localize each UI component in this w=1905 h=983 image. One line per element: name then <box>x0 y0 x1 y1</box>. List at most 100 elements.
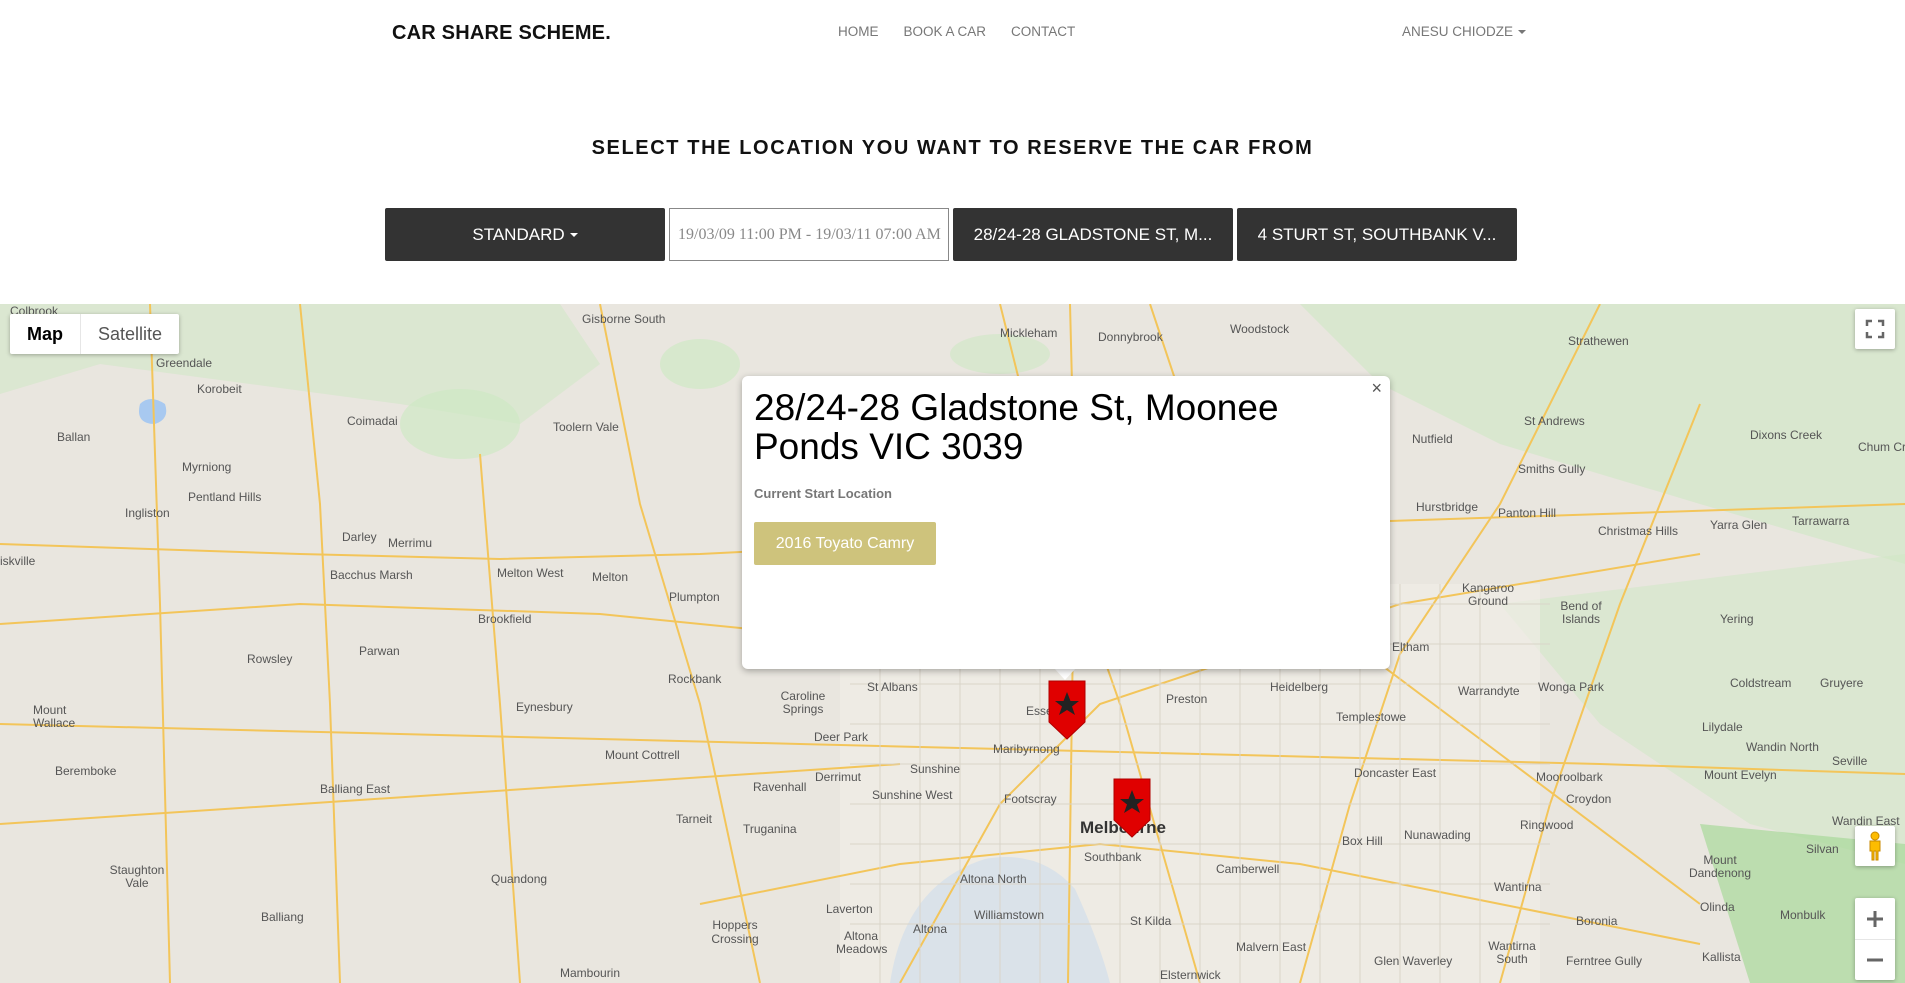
map-label: Gruyere <box>1820 676 1864 690</box>
map-label: Mount Dandenong <box>1688 853 1752 880</box>
map-label: Dixons Creek <box>1750 428 1823 442</box>
nav-contact[interactable]: CONTACT <box>1011 24 1075 39</box>
map-label: Nutfield <box>1412 432 1453 446</box>
map-label: Beremboke <box>55 764 117 778</box>
street-view-pegman[interactable] <box>1855 826 1895 866</box>
map-label: Parwan <box>359 644 400 658</box>
map-label: Greendale <box>156 356 213 370</box>
map-label: Bend of Islands <box>1560 599 1602 626</box>
map-label: Wantirna South <box>1488 939 1536 966</box>
map-label: Nunawading <box>1404 828 1471 842</box>
map-type-satellite-button[interactable]: Satellite <box>80 314 179 354</box>
map-label: Eynesbury <box>516 700 573 714</box>
map-label: Camberwell <box>1216 862 1280 876</box>
map-label: Boronia <box>1576 914 1618 928</box>
map-label: Williamstown <box>974 908 1045 922</box>
popup-tail <box>1054 668 1076 680</box>
map-label: Altona <box>913 922 948 936</box>
map-type-control: Map Satellite <box>10 314 180 354</box>
map-label: Mooroolbark <box>1536 770 1603 784</box>
map-label: Pentland Hills <box>188 490 262 504</box>
chevron-down-icon <box>569 232 578 237</box>
map-label: Hurstbridge <box>1416 500 1479 514</box>
map-label: Woodstock <box>1230 322 1290 336</box>
map-label: Wandin North <box>1746 740 1819 754</box>
map-label: Elsternwick <box>1160 968 1221 982</box>
user-menu[interactable]: ANESU CHIODZE <box>1402 24 1527 39</box>
minus-icon <box>1867 958 1883 961</box>
close-icon[interactable]: × <box>1371 378 1382 399</box>
map-label: iskville <box>0 554 36 568</box>
map-label: Truganina <box>743 822 797 836</box>
map-label: Footscray <box>1004 792 1057 806</box>
map-type-map-button[interactable]: Map <box>10 314 80 354</box>
map-label: Bacchus Marsh <box>330 568 413 582</box>
map-label: Kangaroo Ground <box>1461 581 1515 608</box>
map-label: Kallista <box>1702 950 1741 964</box>
map-label: Strathewen <box>1568 334 1629 348</box>
date-range-input[interactable]: 19/03/09 11:00 PM - 19/03/11 07:00 AM <box>669 208 949 261</box>
map-label: Panton Hill <box>1498 506 1557 520</box>
map-label: Altona North <box>960 872 1027 886</box>
start-location-button[interactable]: 28/24-28 GLADSTONE ST, M... <box>953 208 1233 261</box>
map-label: Box Hill <box>1342 834 1383 848</box>
map-label: Laverton <box>826 902 873 916</box>
map-label: Plumpton <box>669 590 720 604</box>
car-select-button[interactable]: 2016 Toyato Camry <box>754 522 936 565</box>
map-label: Mickleham <box>1000 326 1058 340</box>
map-label: Wonga Park <box>1538 680 1604 694</box>
nav-book-a-car[interactable]: BOOK A CAR <box>904 24 987 39</box>
location-marker-start[interactable] <box>1048 680 1086 740</box>
map-label: Ferntree Gully <box>1566 954 1643 968</box>
map-label: Coldstream <box>1730 676 1792 690</box>
map-label: Smiths Gully <box>1518 462 1586 476</box>
pegman-icon <box>1869 831 1881 861</box>
zoom-in-button[interactable] <box>1855 899 1895 940</box>
map-label: Deer Park <box>814 730 869 744</box>
map-label: Glen Waverley <box>1374 954 1453 968</box>
fullscreen-button[interactable] <box>1855 309 1895 349</box>
map-label: Coimadai <box>347 414 398 428</box>
zoom-control <box>1855 898 1895 980</box>
map-label: Caroline Springs <box>780 689 826 716</box>
map-label: Balliang <box>261 910 304 924</box>
map-label: Ballan <box>57 430 91 444</box>
map-label: Yarra Glen <box>1710 518 1768 532</box>
map-label: Sunshine West <box>872 788 953 802</box>
map-label: Doncaster East <box>1354 766 1437 780</box>
zoom-out-button[interactable] <box>1855 940 1895 980</box>
map-label: Malvern East <box>1236 940 1307 954</box>
map-label: Mount Cottrell <box>605 748 680 762</box>
map-label: Ravenhall <box>753 780 807 794</box>
map-label: Donnybrook <box>1098 330 1163 344</box>
booking-controls: STANDARD 19/03/09 11:00 PM - 19/03/11 07… <box>385 208 1517 261</box>
map-label: Warrandyte <box>1458 684 1520 698</box>
map-label: Eltham <box>1392 640 1430 654</box>
map-label: Tarneit <box>676 812 713 826</box>
map-label: Rowsley <box>247 652 293 666</box>
map-label: Silvan <box>1806 842 1839 856</box>
nav-home[interactable]: HOME <box>838 24 879 39</box>
car-type-dropdown[interactable]: STANDARD <box>385 208 665 261</box>
map-label: Heidelberg <box>1270 680 1329 694</box>
location-marker-end[interactable] <box>1113 778 1151 838</box>
car-type-label: STANDARD <box>472 224 565 244</box>
end-location-button[interactable]: 4 STURT ST, SOUTHBANK V... <box>1237 208 1517 261</box>
fullscreen-icon <box>1865 319 1885 339</box>
star-marker-icon <box>1048 680 1086 740</box>
map-label: Gisborne South <box>582 312 666 326</box>
map-label: Yering <box>1720 612 1754 626</box>
map-label: Croydon <box>1566 792 1612 806</box>
navbar: CAR SHARE SCHEME. HOME BOOK A CAR CONTAC… <box>0 0 1905 68</box>
star-marker-icon <box>1113 778 1151 838</box>
brand-logo[interactable]: CAR SHARE SCHEME. <box>392 22 611 45</box>
user-name: ANESU CHIODZE <box>1402 24 1514 39</box>
map-label: St Albans <box>867 680 918 694</box>
map-label: Tarrawarra <box>1792 514 1850 528</box>
map-label: St Kilda <box>1130 914 1172 928</box>
location-info-window: × 28/24-28 Gladstone St, Moonee Ponds VI… <box>742 376 1390 669</box>
map-label: Mount Wallace <box>33 703 76 730</box>
map-label: Korobeit <box>197 382 242 396</box>
map-label: Preston <box>1166 692 1208 706</box>
map-label: Hoppers Crossing <box>711 918 759 946</box>
